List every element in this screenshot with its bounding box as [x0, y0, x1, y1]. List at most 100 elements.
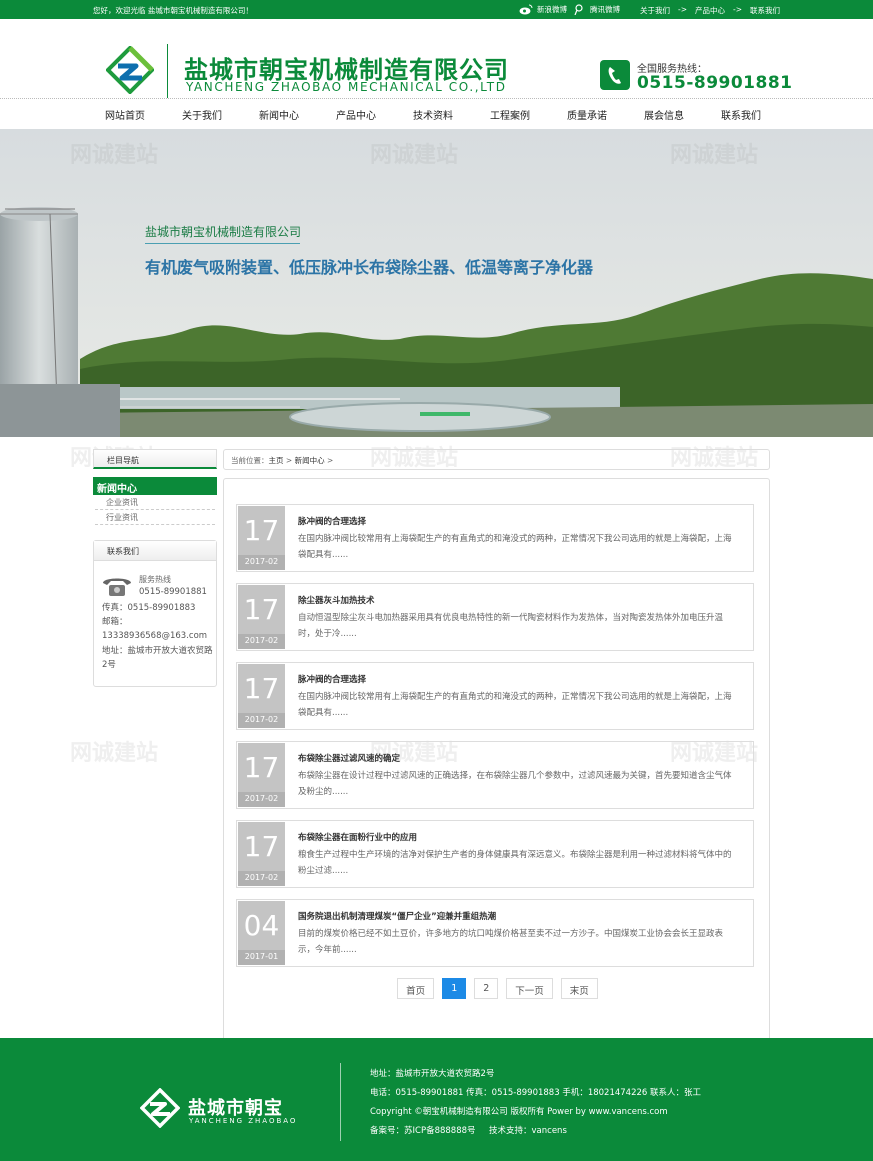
news-item[interactable]: 17 2017-02 脉冲阀的合理选择 在国内脉冲阀比较常用有上海袋配生产的有直角… — [236, 662, 754, 730]
news-year-month: 2017-02 — [238, 634, 285, 649]
breadcrumb: 当前位置：主页 > 新闻中心 > — [223, 449, 770, 470]
main-nav: 网站首页 关于我们 新闻中心 产品中心 技术资料 工程案例 质量承诺 展会信息 … — [93, 99, 773, 129]
news-title[interactable]: 除尘器灰斗加热技术 — [298, 594, 375, 606]
news-year-month: 2017-02 — [238, 555, 285, 570]
company-logo-icon[interactable] — [106, 46, 154, 94]
contact-address: 地址：盐城市开放大道农贸路2号 — [102, 646, 213, 670]
sina-weibo-link[interactable]: 新浪微博 — [519, 4, 567, 15]
news-date-block: 04 2017-01 — [238, 901, 285, 965]
top-bar: 您好，欢迎光临 盐城市朝宝机械制造有限公司！ 新浪微博 腾讯微博 关于我们 ->… — [0, 0, 873, 19]
nav-contact[interactable]: 联系我们 — [709, 107, 773, 122]
news-summary: 目前的煤炭价格已经不如土豆价，许多地方的坑口吨煤价格甚至卖不过一方沙子。中国煤炭… — [298, 929, 724, 955]
hotline-number: 0515-89901881 — [637, 73, 793, 93]
news-summary: 在国内脉冲阀比较常用有上海袋配生产的有直角式的和淹没式的两种，正常情况下我公司选… — [298, 692, 732, 718]
news-summary: 在国内脉冲阀比较常用有上海袋配生产的有直角式的和淹没式的两种，正常情况下我公司选… — [298, 534, 732, 560]
news-day: 17 — [243, 593, 280, 626]
banner-subtitle: 盐城市朝宝机械制造有限公司 — [145, 225, 302, 239]
news-summary: 粮食生产过程中生产环境的洁净对保护生产者的身体健康具有深远意义。布袋除尘器是利用… — [298, 850, 732, 876]
top-link-sep: -> — [678, 5, 687, 14]
news-day: 17 — [243, 751, 280, 784]
pager-first-button[interactable]: 首页 — [397, 978, 435, 999]
sidebar-item-news-center[interactable]: 新闻中心 — [93, 477, 217, 495]
tencent-weibo-icon — [574, 4, 583, 15]
watermark: 网诚建站 — [70, 741, 159, 766]
nav-about[interactable]: 关于我们 — [170, 107, 234, 122]
pager-next-button[interactable]: 下一页 — [506, 978, 553, 999]
top-link-about[interactable]: 关于我们 — [640, 5, 670, 16]
news-item[interactable]: 17 2017-02 除尘器灰斗加热技术 自动恒温型除尘灰斗电加热器采用具有优良电… — [236, 583, 754, 651]
top-link-contact[interactable]: 联系我们 — [750, 5, 780, 16]
news-title[interactable]: 国务院退出机制清理煤炭“僵尸企业”迎兼并重组热潮 — [298, 910, 496, 922]
nav-tech[interactable]: 技术资料 — [401, 107, 465, 122]
nav-exhibition[interactable]: 展会信息 — [632, 107, 696, 122]
news-summary: 自动恒温型除尘灰斗电加热器采用具有优良电热特性的新一代陶瓷材料作为发热体，当对陶… — [298, 613, 724, 639]
news-list: 17 2017-02 脉冲阀的合理选择 在国内脉冲阀比较常用有上海袋配生产的有直角… — [223, 478, 770, 1045]
sidebar-nav-heading: 栏目导航 — [93, 449, 217, 469]
weibo-icon — [519, 4, 533, 15]
banner-slogan: 有机废气吸附装置、低压脉冲长布袋除尘器、低温等离子净化器 — [145, 258, 594, 277]
news-item[interactable]: 17 2017-02 布袋除尘器在面粉行业中的应用 粮食生产过程中生产环境的洁净对… — [236, 820, 754, 888]
news-title[interactable]: 布袋除尘器过滤风速的确定 — [298, 752, 400, 764]
news-item[interactable]: 17 2017-02 布袋除尘器过滤风速的确定 布袋除尘器在设计过程中过滤风速的正… — [236, 741, 754, 809]
footer-divider — [340, 1063, 341, 1141]
news-day: 04 — [243, 909, 280, 942]
news-title[interactable]: 布袋除尘器在面粉行业中的应用 — [298, 831, 417, 843]
footer-contacts: 电话：0515-89901881 传真：0515-89901883 手机：180… — [370, 1088, 702, 1098]
news-item[interactable]: 17 2017-02 脉冲阀的合理选择 在国内脉冲阀比较常用有上海袋配生产的有直角… — [236, 504, 754, 572]
footer-copyright: Copyright ©朝宝机械制造有限公司 版权所有 Power by www.… — [370, 1107, 668, 1117]
news-year-month: 2017-02 — [238, 792, 285, 807]
news-day: 17 — [243, 830, 280, 863]
phone-icon — [600, 60, 630, 90]
news-date-block: 17 2017-02 — [238, 506, 285, 570]
banner-scenery — [0, 129, 873, 437]
tencent-weibo-link[interactable]: 腾讯微博 — [572, 4, 620, 15]
footer-address: 地址：盐城市开放大道农贸路2号 — [370, 1069, 495, 1079]
news-year-month: 2017-02 — [238, 871, 285, 886]
breadcrumb-current[interactable]: 新闻中心 — [295, 456, 325, 465]
news-title[interactable]: 脉冲阀的合理选择 — [298, 673, 366, 685]
sina-weibo-label: 新浪微博 — [537, 5, 567, 14]
news-date-block: 17 2017-02 — [238, 822, 285, 886]
sidebar-item-company-news[interactable]: 企业资讯 — [95, 495, 215, 510]
news-day: 17 — [243, 672, 280, 705]
contact-email[interactable]: 13338936568@163.com — [102, 629, 214, 643]
header: 盐城市朝宝机械制造有限公司 YANCHENG ZHAOBAO MECHANICA… — [0, 19, 873, 99]
main-content: 当前位置：主页 > 新闻中心 > 17 2017-02 脉冲阀的合理选择 在国内脉… — [223, 449, 770, 1045]
top-links: 关于我们 -> 产品中心 -> 联系我们 — [640, 5, 780, 16]
nav-cases[interactable]: 工程案例 — [478, 107, 542, 122]
footer: 盐城市朝宝 YANCHENG ZHAOBAO 地址：盐城市开放大道农贸路2号 电… — [0, 1038, 873, 1161]
sidebar: 栏目导航 新闻中心 企业资讯 行业资讯 联系我们 服务热线 0515-89901… — [93, 449, 217, 687]
pager-page-2[interactable]: 2 — [474, 978, 499, 999]
breadcrumb-home[interactable]: 主页 — [269, 456, 284, 465]
news-title[interactable]: 脉冲阀的合理选择 — [298, 515, 366, 527]
breadcrumb-separator: > — [326, 456, 334, 465]
contact-heading: 联系我们 — [94, 541, 216, 561]
service-hotline-label: 服务热线 — [139, 575, 171, 584]
banner-subtitle-underline — [145, 243, 300, 244]
nav-home[interactable]: 网站首页 — [93, 107, 157, 122]
service-hotline-number: 0515-89901881 — [139, 587, 207, 597]
sidebar-item-industry-news[interactable]: 行业资讯 — [95, 510, 215, 525]
telephone-icon — [103, 578, 131, 596]
top-link-products[interactable]: 产品中心 — [695, 5, 725, 16]
breadcrumb-separator: > — [285, 456, 293, 465]
pagination: 首页 1 2 下一页 末页 — [224, 978, 771, 999]
news-item[interactable]: 04 2017-01 国务院退出机制清理煤炭“僵尸企业”迎兼并重组热潮 目前的煤炭… — [236, 899, 754, 967]
sidebar-contact-box: 联系我们 服务热线 0515-89901881 传真：0515-89901883… — [93, 540, 217, 687]
news-date-block: 17 2017-02 — [238, 585, 285, 649]
nav-quality[interactable]: 质量承诺 — [555, 107, 619, 122]
news-year-month: 2017-01 — [238, 950, 285, 965]
footer-icp: 备案号：苏ICP备888888号 技术支持：vancens — [370, 1126, 567, 1136]
pager-page-1[interactable]: 1 — [442, 978, 467, 999]
logo-divider — [167, 44, 168, 98]
welcome-text: 您好，欢迎光临 盐城市朝宝机械制造有限公司！ — [93, 6, 253, 15]
breadcrumb-prefix: 当前位置： — [231, 456, 269, 465]
pager-last-button[interactable]: 末页 — [560, 978, 598, 999]
footer-company-name-en: YANCHENG ZHAOBAO — [189, 1117, 298, 1125]
top-link-sep: -> — [733, 5, 742, 14]
nav-news[interactable]: 新闻中心 — [247, 107, 311, 122]
nav-products[interactable]: 产品中心 — [324, 107, 388, 122]
tencent-weibo-label: 腾讯微博 — [590, 5, 620, 14]
news-day: 17 — [243, 514, 280, 547]
footer-logo-icon — [140, 1088, 180, 1128]
